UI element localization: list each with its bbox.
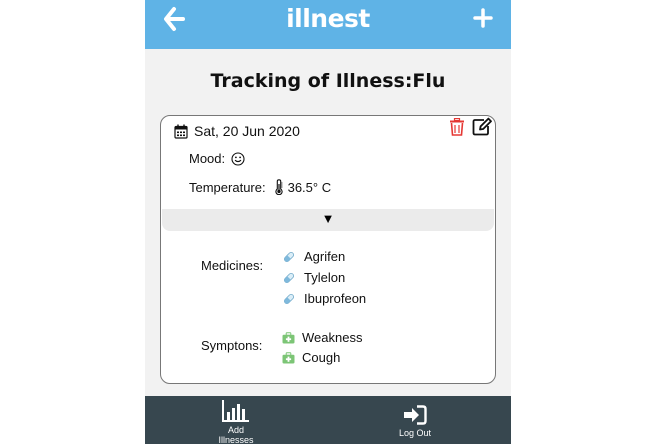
smile-icon (231, 151, 245, 166)
medicines-label: Medicines: (201, 258, 264, 273)
page-title: Tracking of Illness:Flu (210, 70, 446, 92)
symptoms-label: Symptons: (201, 338, 263, 353)
temperature-label: Temperature: (189, 179, 266, 195)
bottom-nav: Add Illnesses Log Out (145, 396, 511, 444)
medicine-name: Agrifen (304, 249, 346, 264)
add-illnesses-label-line1: Add (227, 425, 244, 435)
plus-icon[interactable] (473, 8, 493, 28)
pill-icon (283, 293, 295, 304)
app-brand: illnest (286, 4, 370, 33)
illness-entry-card: Sat, 20 Jun 2020 Mood: Temperature: 36.5… (160, 115, 496, 384)
app-screen: illnest Tracking of Illness:Flu Sat, 20 … (145, 0, 511, 444)
medkit-icon (282, 351, 295, 363)
add-illnesses-label-line2: Illnesses (218, 435, 254, 444)
edit-icon[interactable] (472, 117, 492, 136)
trash-icon[interactable] (449, 118, 465, 136)
entry-date: Sat, 20 Jun 2020 (194, 123, 300, 139)
medicine-item: Ibuprofeon (283, 291, 366, 306)
temperature-row: Temperature: 36.5° C (189, 179, 331, 195)
symptom-name: Weakness (302, 330, 363, 345)
medicine-item: Agrifen (283, 249, 345, 264)
thermometer-icon (274, 179, 283, 195)
medicine-item: Tylelon (283, 270, 345, 285)
bar-chart-icon (222, 400, 249, 422)
mood-row: Mood: (189, 151, 245, 166)
medkit-icon (282, 331, 295, 343)
entry-date-row: Sat, 20 Jun 2020 (174, 123, 300, 139)
calendar-icon (174, 124, 188, 139)
medicine-name: Tylelon (304, 270, 346, 285)
mood-label: Mood: (189, 151, 226, 166)
details-toggle[interactable]: ▼ (162, 209, 494, 231)
pill-icon (283, 272, 295, 283)
logout-button[interactable]: Log Out (393, 396, 437, 444)
add-illnesses-button[interactable]: Add Illnesses (210, 396, 262, 444)
pill-icon (283, 251, 295, 262)
temperature-value: 36.5° C (287, 179, 332, 195)
logout-label: Log Out (398, 428, 432, 438)
symptom-item: Cough (282, 350, 340, 365)
symptom-item: Weakness (282, 330, 362, 345)
symptom-name: Cough (302, 350, 341, 365)
app-header: illnest (145, 0, 511, 49)
medicine-name: Ibuprofeon (304, 291, 367, 306)
caret-down-icon: ▼ (321, 211, 335, 226)
sign-out-icon (404, 405, 427, 425)
